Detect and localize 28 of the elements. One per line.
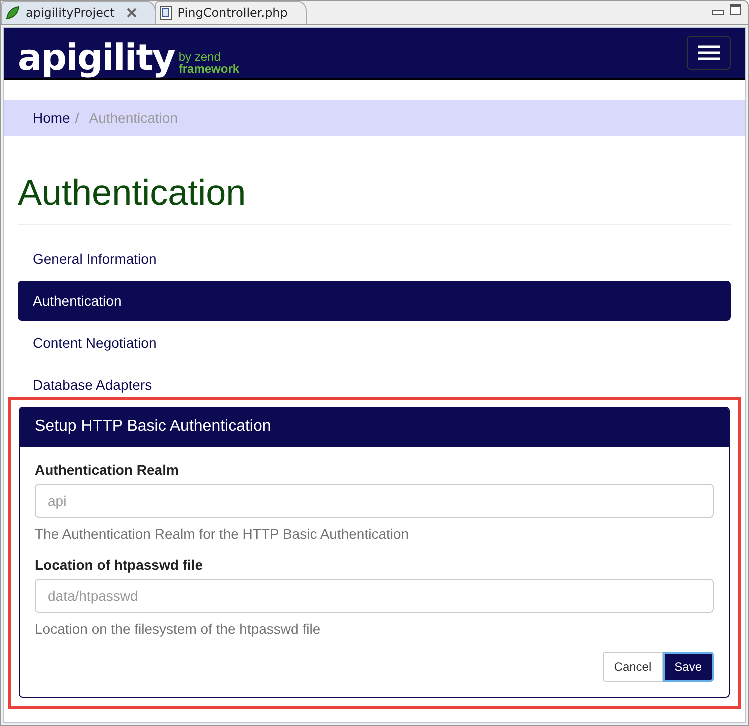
breadcrumb-link[interactable]: Home: [33, 110, 70, 126]
leaf-icon: [6, 6, 20, 20]
help-text: The Authentication Realm for the HTTP Basic Authentication: [35, 526, 410, 542]
help-text: Location on the filesystem of the htpasswd file: [35, 621, 322, 637]
nav-item[interactable]: Database Adapters: [18, 365, 731, 405]
file-icon: [160, 6, 172, 20]
panel-title: Setup HTTP Basic Authentication: [20, 408, 729, 447]
page-title: Authentication: [18, 172, 731, 225]
menu-icon: [698, 45, 720, 61]
save-button[interactable]: Save: [662, 652, 714, 682]
input-field[interactable]: data/htpasswd: [35, 579, 714, 613]
nav-item[interactable]: Authentication: [18, 281, 731, 321]
nav-item[interactable]: Content Negotiation: [18, 323, 731, 363]
cancel-button[interactable]: Cancel: [603, 652, 663, 682]
close-icon[interactable]: [126, 8, 137, 18]
logo-tagline: framework: [178, 63, 240, 75]
logo-text: apigility: [18, 40, 175, 78]
field-label: Location of htpasswd file: [35, 557, 204, 573]
logo-tagline: by zend: [178, 51, 222, 63]
field-label: Authentication Realm: [35, 462, 180, 478]
editor-tab[interactable]: PingController.php: [154, 1, 307, 24]
breadcrumb-separator: /: [75, 110, 80, 126]
minimize-icon[interactable]: [712, 10, 724, 16]
maximize-icon[interactable]: [730, 4, 742, 16]
menu-button[interactable]: [687, 36, 731, 70]
editor-tab[interactable]: apigilityProject: [1, 1, 156, 24]
nav-item[interactable]: General Information: [18, 239, 731, 279]
input-field[interactable]: api: [35, 484, 714, 518]
